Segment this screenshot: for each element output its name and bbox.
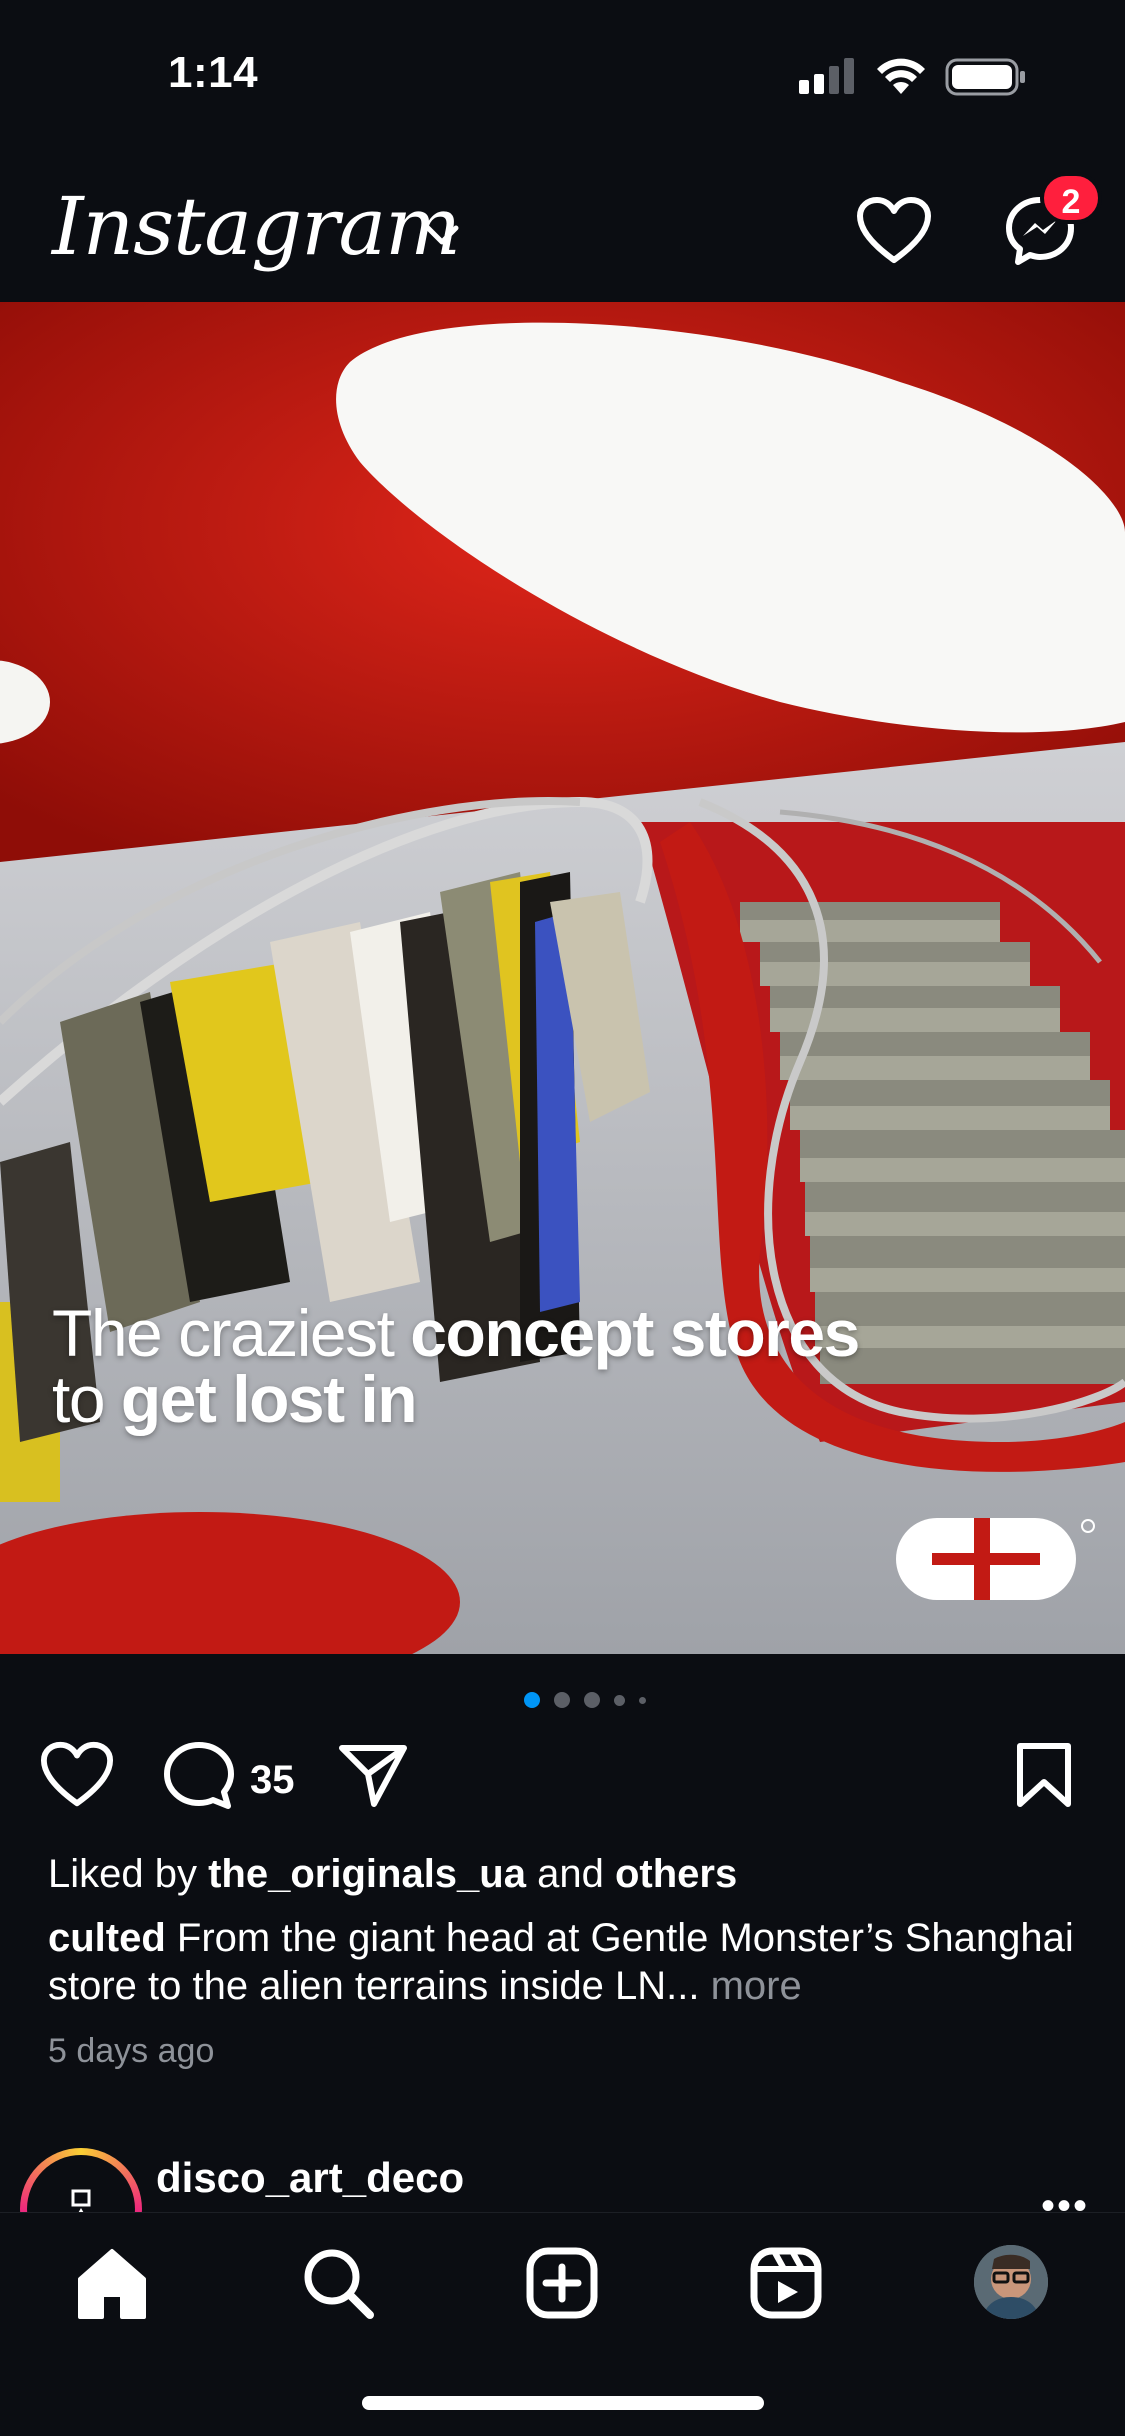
like-heart-icon[interactable] xyxy=(40,1740,114,1810)
search-icon[interactable] xyxy=(298,2243,378,2323)
liked-by-others[interactable]: others xyxy=(615,1852,737,1896)
comment-count[interactable]: 35 xyxy=(250,1758,295,1803)
share-send-icon[interactable] xyxy=(336,1740,410,1810)
signal-icon xyxy=(799,80,809,94)
liked-by-joiner: and xyxy=(525,1852,615,1896)
signal-wifi-battery-icons xyxy=(799,58,1025,96)
bookmark-icon[interactable] xyxy=(1014,1740,1074,1810)
caption-text: From the giant head at Gentle Monster’s … xyxy=(48,1916,1074,2008)
carousel-dot xyxy=(554,1692,570,1708)
post-overlay-title: The craziest concept stores to get lost … xyxy=(52,1300,860,1432)
status-time: 1:14 xyxy=(168,48,259,97)
caption-username[interactable]: culted xyxy=(48,1916,166,1960)
liked-by-line[interactable]: Liked by the_originals_ua and others xyxy=(48,1852,737,1897)
notification-badge: 2 xyxy=(1040,172,1102,224)
status-icons xyxy=(799,56,1029,96)
wifi-icon xyxy=(877,58,925,94)
post-timestamp: 5 days ago xyxy=(48,2032,215,2070)
overlay-line-1-bold: concept stores xyxy=(410,1296,860,1370)
home-icon[interactable] xyxy=(72,2243,152,2323)
next-post-username[interactable]: disco_art_deco xyxy=(156,2154,464,2202)
heart-icon[interactable] xyxy=(856,196,932,266)
carousel-dot xyxy=(584,1692,600,1708)
overlay-line-1-light: The craziest xyxy=(52,1296,411,1370)
liked-by-prefix: Liked by xyxy=(48,1852,209,1896)
carousel-indicator xyxy=(524,1692,646,1708)
overlay-line-2-bold: get lost in xyxy=(120,1362,418,1436)
app-header: Instagram 2 xyxy=(0,150,1125,302)
create-post-icon[interactable] xyxy=(522,2243,602,2323)
next-post-header: disco_art_deco ••• xyxy=(0,2140,1125,2270)
instagram-logo[interactable]: Instagram xyxy=(52,180,461,273)
concept-store-photo xyxy=(0,302,1125,1654)
liked-by-username[interactable]: the_originals_ua xyxy=(208,1852,526,1896)
reels-icon[interactable] xyxy=(746,2243,826,2323)
post-image[interactable] xyxy=(0,302,1125,1654)
overlay-line-2-light: to xyxy=(52,1362,121,1436)
carousel-dot xyxy=(639,1696,646,1704)
overlay-line-2: to get lost in xyxy=(52,1366,859,1432)
chevron-down-icon[interactable] xyxy=(422,220,462,250)
status-bar: 1:14 xyxy=(0,0,1125,150)
carousel-dot xyxy=(614,1694,625,1706)
profile-photo xyxy=(974,2245,1048,2319)
profile-avatar[interactable] xyxy=(974,2245,1048,2319)
post-actions: 35 xyxy=(0,1740,1125,1820)
carousel-dot-active xyxy=(524,1692,540,1708)
overlay-line-1: The craziest concept stores xyxy=(52,1300,860,1366)
caption-more-link[interactable]: more xyxy=(699,1964,802,2008)
home-indicator xyxy=(362,2396,764,2410)
battery-icon xyxy=(945,58,1025,96)
comment-icon[interactable] xyxy=(162,1740,236,1812)
post-caption[interactable]: culted From the giant head at Gentle Mon… xyxy=(48,1914,1088,2010)
